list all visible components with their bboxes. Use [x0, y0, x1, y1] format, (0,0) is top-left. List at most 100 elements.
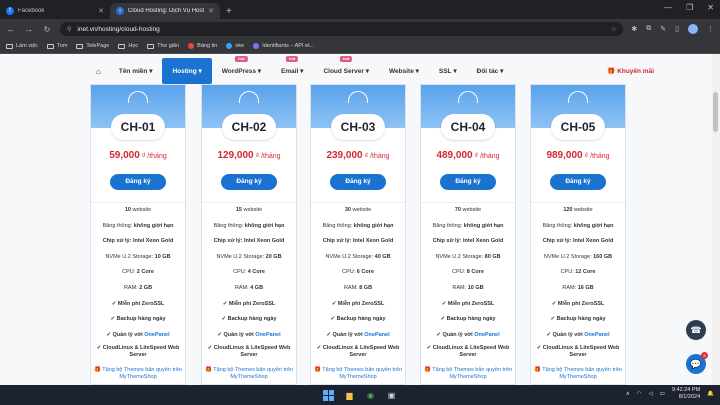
register-button[interactable]: Đăng ký — [550, 174, 606, 190]
speed-gauge-icon — [348, 91, 368, 103]
support-widget-icon[interactable]: ☎ — [686, 320, 706, 340]
nav-label: SSL — [438, 67, 452, 75]
feature-backup: ✓ Backup hàng ngày — [110, 316, 166, 323]
extension-icon[interactable]: ✱ — [631, 25, 637, 33]
feature-cpu: Chip xử lý: Intel Xeon Gold — [542, 238, 614, 245]
feature-gift[interactable]: 🎁 Tặng bộ Themes bản quyền trên MyThemeS… — [421, 367, 515, 381]
close-icon[interactable]: ✕ — [208, 7, 214, 15]
browser-toolbar: ← → ↻ ⚲ inet.vn/hosting/cloud-hosting ☆ … — [0, 19, 720, 39]
wifi-icon[interactable]: ◠ — [637, 391, 642, 397]
nav-item-partner[interactable]: Đối tác ▾ — [467, 58, 514, 84]
feature-bandwidth: Băng thông: không giới hạn — [213, 222, 285, 229]
feature-cpu-cores: CPU: 8 Core — [452, 269, 484, 276]
windows-start-icon[interactable] — [323, 389, 334, 401]
app-icon[interactable]: ▣ — [386, 390, 397, 401]
plan-card: CH-04 489,000 ₫ /tháng Đăng ký 70 website Bă… — [420, 84, 516, 385]
bookmark-item[interactable]: Thư giãn — [147, 43, 179, 49]
register-button[interactable]: Đăng ký — [221, 174, 277, 190]
tray-chevron-icon[interactable]: ∧ — [626, 391, 630, 397]
onepanel-link[interactable]: OnePanel — [255, 332, 280, 338]
notification-bell-icon[interactable]: 🔔 — [707, 391, 714, 397]
feature-ssl: ✓ Miễn phí ZeroSSL — [222, 300, 276, 307]
browser-tab-strip: f Facebook ✕ i Cloud Hosting: Dịch Vụ Ho… — [0, 0, 720, 19]
bookmark-item[interactable]: Bảng tin — [188, 43, 217, 49]
profile-avatar[interactable] — [688, 24, 698, 34]
bookmark-star-icon[interactable]: ☆ — [611, 25, 617, 33]
new-tab-button[interactable]: + — [226, 6, 232, 17]
tab-title: Facebook — [18, 8, 45, 14]
feature-gift[interactable]: 🎁 Tặng bộ Themes bản quyền trên MyThemeS… — [91, 367, 185, 381]
plan-name: CH-02 — [222, 114, 276, 140]
address-bar[interactable]: ⚲ inet.vn/hosting/cloud-hosting ☆ — [60, 22, 624, 36]
clock[interactable]: 9:42:24 PM 8/1/2024 — [672, 387, 700, 401]
chat-widget-icon[interactable]: 💬 8 — [686, 352, 708, 374]
minimize-icon[interactable]: — — [664, 3, 672, 12]
page-scrollbar[interactable] — [712, 54, 720, 385]
onepanel-link[interactable]: OnePanel — [474, 332, 499, 338]
nav-item-website[interactable]: Website ▾ — [379, 58, 429, 84]
price-value: 239,000 — [326, 150, 363, 161]
nav-label: Website — [389, 67, 414, 75]
bookmark-site-icon — [253, 43, 260, 49]
register-button[interactable]: Đăng ký — [110, 174, 166, 190]
gift-icon: 🎁 — [534, 367, 541, 374]
bookmark-label: Bảng tin — [197, 43, 218, 49]
nav-label: Cloud Server — [323, 67, 364, 75]
feature-webserver: ✓ CloudLinux & LiteSpeed Web Server — [316, 345, 400, 359]
nav-item-hosting[interactable]: Hosting ▾ — [162, 58, 212, 84]
close-window-icon[interactable]: ✕ — [707, 3, 714, 12]
bookmark-item[interactable]: Tom — [47, 43, 67, 49]
bookmark-item[interactable]: Identifiants – API et... — [253, 43, 314, 49]
nav-item-email[interactable]: hot Email ▾ — [271, 56, 313, 84]
nav-label: Hosting — [172, 67, 197, 75]
battery-icon[interactable]: ▭ — [660, 391, 665, 397]
facebook-icon: f — [6, 7, 14, 15]
bookmark-label: oke — [235, 43, 245, 49]
maximize-icon[interactable]: ❐ — [686, 3, 693, 12]
bookmark-item[interactable]: TelePage — [76, 43, 109, 49]
plan-price: 59,000 ₫ /tháng — [91, 150, 185, 168]
volume-icon[interactable]: ◁ — [649, 391, 653, 397]
plan-header: CH-05 — [531, 85, 625, 140]
toolbar-icons: ✱ ⧉ ✎ ▯ ⋮ — [631, 24, 714, 34]
register-button[interactable]: Đăng ký — [330, 174, 386, 190]
feature-websites: 10 website — [124, 207, 152, 213]
chrome-icon[interactable]: ◉ — [365, 390, 376, 401]
plan-header: CH-04 — [421, 85, 515, 140]
bookmark-item[interactable]: Làm việc — [6, 43, 38, 49]
scrollbar-thumb[interactable] — [713, 92, 718, 132]
home-icon[interactable]: ⌂ — [88, 58, 109, 84]
feature-webserver: ✓ CloudLinux & LiteSpeed Web Server — [207, 345, 291, 359]
hot-badge: hot — [340, 56, 353, 62]
file-explorer-icon[interactable]: ▆ — [344, 390, 355, 401]
onepanel-link[interactable]: OnePanel — [364, 332, 389, 338]
close-icon[interactable]: ✕ — [98, 7, 104, 15]
forward-icon[interactable]: → — [24, 25, 34, 34]
nav-item-ssl[interactable]: SSL ▾ — [429, 58, 467, 84]
nav-item-domain[interactable]: Tên miền ▾ — [109, 58, 163, 84]
register-button[interactable]: Đăng ký — [440, 174, 496, 190]
back-icon[interactable]: ← — [6, 25, 16, 34]
bookmark-item[interactable]: Học — [118, 43, 138, 49]
speed-gauge-icon — [568, 91, 588, 103]
promo-link[interactable]: 🎁 Khuyến mãi — [607, 67, 654, 75]
onepanel-link[interactable]: OnePanel — [584, 332, 609, 338]
extensions-icon[interactable]: ⧉ — [646, 25, 651, 33]
feature-gift[interactable]: 🎁 Tặng bộ Themes bản quyền trên MyThemeS… — [311, 367, 405, 381]
onepanel-link[interactable]: OnePanel — [144, 332, 169, 338]
feature-backup: ✓ Backup hàng ngày — [440, 316, 496, 323]
tab-cloud-hosting[interactable]: i Cloud Hosting: Dịch Vụ Hosting ✕ — [110, 3, 220, 19]
nav-item-wordpress[interactable]: hot WordPress ▾ — [212, 56, 271, 84]
feature-backup: ✓ Backup hàng ngày — [550, 316, 606, 323]
feature-gift[interactable]: 🎁 Tặng bộ Themes bản quyền trên MyThemeS… — [531, 367, 625, 381]
bookmark-item[interactable]: oke — [226, 43, 244, 49]
menu-icon[interactable]: ⋮ — [707, 25, 714, 33]
reload-icon[interactable]: ↻ — [42, 25, 52, 34]
feature-gift[interactable]: 🎁 Tặng bộ Themes bản quyền trên MyThemeS… — [202, 367, 296, 381]
nav-item-cloud-server[interactable]: hot Cloud Server ▾ — [313, 56, 379, 84]
edit-icon[interactable]: ✎ — [660, 25, 666, 33]
side-panel-icon[interactable]: ▯ — [675, 25, 679, 33]
site-info-icon[interactable]: ⚲ — [67, 26, 71, 33]
speed-gauge-icon — [458, 91, 478, 103]
tab-facebook[interactable]: f Facebook ✕ — [0, 3, 110, 19]
